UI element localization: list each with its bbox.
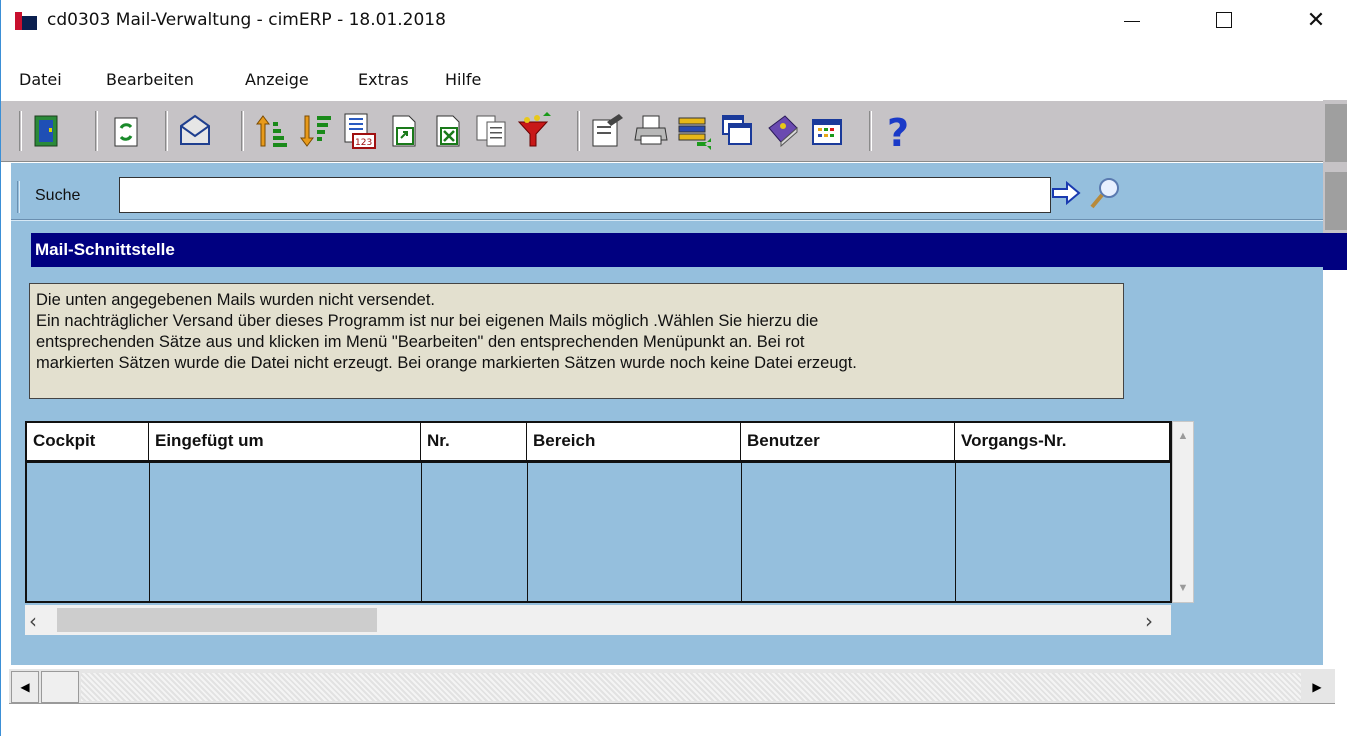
toolbar: 123 ? (1, 100, 1347, 162)
info-message-box: Die unten angegebenen Mails wurden nicht… (29, 283, 1124, 399)
content-area: Suche Mail-Schnittstelle Die unten angeg… (11, 163, 1347, 665)
copy-icon[interactable] (471, 109, 511, 153)
exit-door-icon[interactable] (27, 109, 67, 153)
scrollbar-thumb[interactable] (57, 608, 377, 632)
info-line: markierten Sätzen wurde die Datei nicht … (36, 354, 857, 372)
notes-book-icon[interactable] (763, 109, 803, 153)
window-title: cd0303 Mail-Verwaltung - cimERP - 18.01.… (47, 10, 446, 30)
scroll-left-arrow-icon[interactable]: ◀ (11, 671, 39, 703)
col-header-benutzer[interactable]: Benutzer (741, 423, 955, 463)
search-divider (11, 219, 1323, 221)
batch-list-icon[interactable] (675, 109, 715, 153)
mail-table: Cockpit Eingefügt um Nr. Bereich Benutze… (25, 421, 1194, 603)
search-grip (17, 181, 20, 213)
info-line: entsprechenden Sätze aus und klicken im … (36, 333, 805, 351)
search-magnifier-icon[interactable] (1087, 175, 1123, 211)
refresh-icon[interactable] (105, 109, 145, 153)
app-logo-icon (15, 12, 37, 30)
export-icon[interactable] (383, 109, 423, 153)
svg-text:?: ? (887, 112, 909, 150)
menu-bearbeiten[interactable]: Bearbeiten (106, 70, 194, 89)
scrollbar-thumb[interactable] (41, 671, 79, 703)
info-line: Die unten angegebenen Mails wurden nicht… (36, 291, 436, 309)
col-header-vorgangs-nr[interactable]: Vorgangs-Nr. (955, 423, 1170, 463)
section-title: Mail-Schnittstelle (35, 240, 175, 259)
windows-icon[interactable] (719, 109, 759, 153)
maximize-button[interactable] (1201, 0, 1247, 40)
maximize-icon (1216, 12, 1232, 28)
scrollbar-track[interactable] (81, 673, 1301, 701)
section-header: Mail-Schnittstelle (31, 233, 1347, 267)
go-arrow-icon[interactable] (1051, 179, 1081, 207)
table-header: Cockpit Eingefügt um Nr. Bereich Benutze… (27, 423, 1170, 463)
numbered-list-icon[interactable]: 123 (339, 109, 379, 153)
close-button[interactable]: ✕ (1293, 0, 1339, 40)
menu-hilfe[interactable]: Hilfe (445, 70, 481, 89)
table-horizontal-scrollbar[interactable]: ‹ › (25, 605, 1171, 635)
svg-text:123: 123 (355, 138, 372, 148)
col-header-nr[interactable]: Nr. (421, 423, 527, 463)
col-header-cockpit[interactable]: Cockpit (27, 423, 149, 463)
printer-icon[interactable] (631, 109, 671, 153)
scroll-right-arrow-icon[interactable]: ▶ (1303, 671, 1331, 703)
sort-ascending-icon[interactable] (251, 109, 291, 153)
minimize-button[interactable] (1109, 0, 1155, 40)
search-input[interactable] (120, 178, 1050, 212)
calendar-grid-icon[interactable] (807, 109, 847, 153)
sort-descending-icon[interactable] (295, 109, 335, 153)
menu-anzeige[interactable]: Anzeige (245, 70, 309, 89)
help-icon[interactable]: ? (879, 109, 919, 153)
menu-extras[interactable]: Extras (358, 70, 409, 89)
excel-icon[interactable] (427, 109, 467, 153)
scroll-left-icon[interactable]: ‹ (29, 609, 49, 633)
search-label: Suche (35, 187, 81, 204)
window-horizontal-scrollbar[interactable]: ◀ ▶ (9, 668, 1335, 704)
mail-envelope-icon[interactable] (175, 109, 215, 153)
search-input-box[interactable] (119, 177, 1051, 213)
title-bar: cd0303 Mail-Verwaltung - cimERP - 18.01.… (1, 0, 1347, 40)
scroll-down-icon[interactable]: ▼ (1175, 578, 1191, 598)
col-header-bereich[interactable]: Bereich (527, 423, 741, 463)
info-line: Ein nachträglicher Versand über dieses P… (36, 312, 819, 330)
menu-datei[interactable]: Datei (19, 70, 62, 89)
minimize-icon (1124, 20, 1140, 22)
col-header-eingefuegt-um[interactable]: Eingefügt um (149, 423, 421, 463)
table-grid[interactable]: Cockpit Eingefügt um Nr. Bereich Benutze… (25, 421, 1172, 603)
scroll-up-icon[interactable]: ▲ (1175, 426, 1191, 446)
table-vertical-scrollbar[interactable]: ▲ ▼ (1172, 421, 1194, 603)
scroll-right-icon[interactable]: › (1145, 609, 1165, 633)
app-window: cd0303 Mail-Verwaltung - cimERP - 18.01.… (0, 0, 1347, 736)
properties-icon[interactable] (587, 109, 627, 153)
filter-funnel-icon[interactable] (515, 109, 555, 153)
